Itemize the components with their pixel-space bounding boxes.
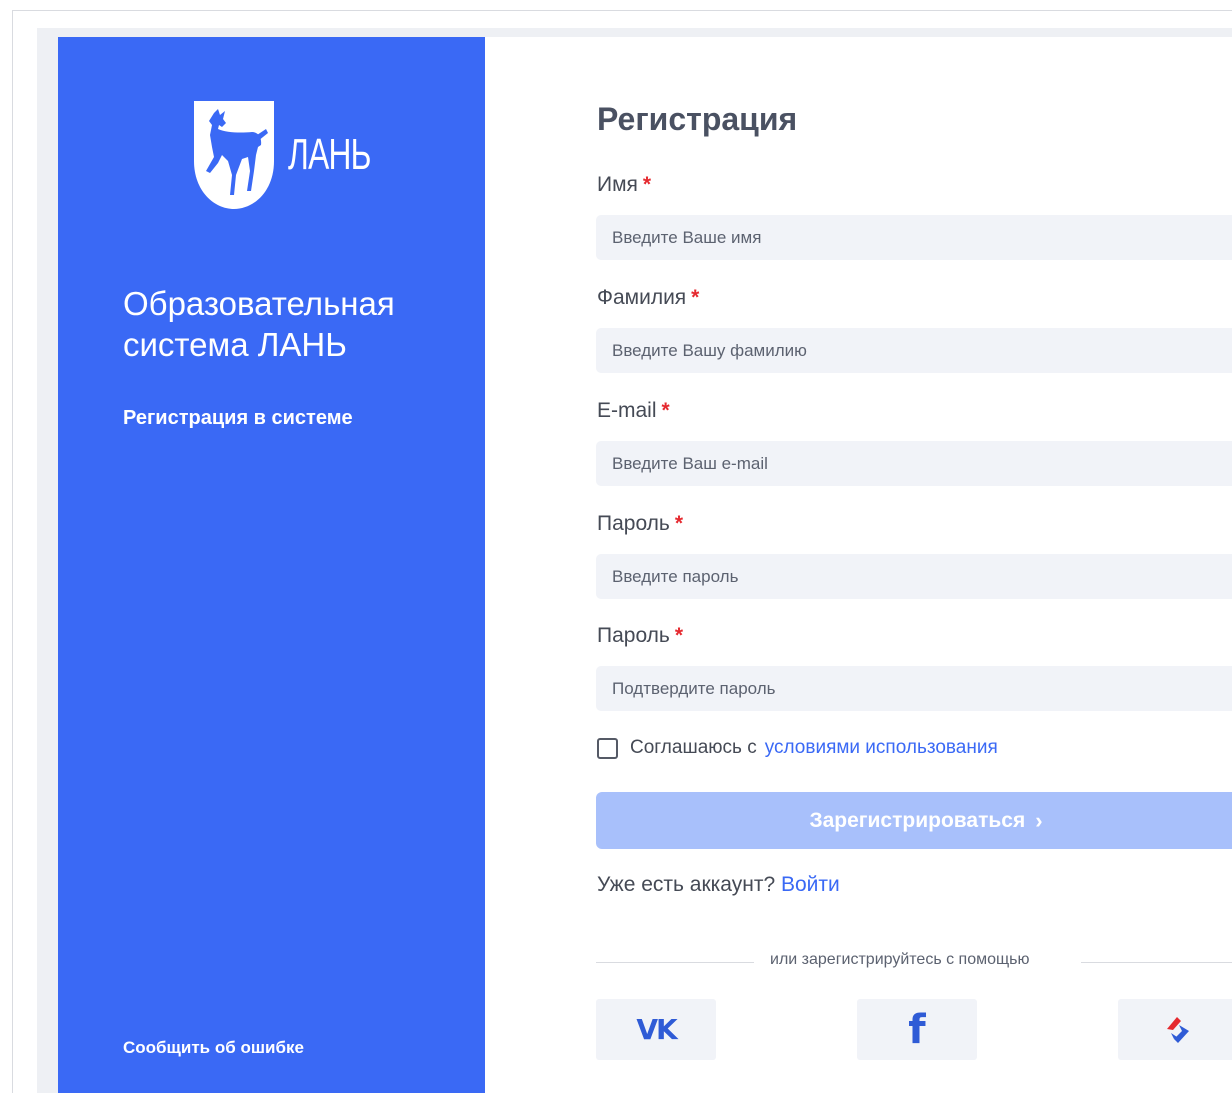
have-account-text: Уже есть аккаунт? xyxy=(597,873,776,896)
divider-left xyxy=(596,962,754,963)
vk-icon: VK xyxy=(636,1013,677,1046)
password-input[interactable] xyxy=(596,554,1232,599)
logo: ЛАНЬ xyxy=(192,99,403,211)
brand-subtitle: Регистрация в системе xyxy=(123,407,353,429)
email-label: E-mail * xyxy=(597,399,670,423)
password-confirm-label-text: Пароль xyxy=(597,624,670,647)
password-confirm-input[interactable] xyxy=(596,666,1232,711)
deer-shield-icon xyxy=(194,101,274,209)
required-mark: * xyxy=(691,286,700,309)
brand-panel: ЛАНЬ Образовательная система ЛАНЬ Регист… xyxy=(58,37,485,1093)
divider-right xyxy=(1081,962,1232,963)
password-label: Пароль * xyxy=(597,512,683,536)
report-error-link[interactable]: Сообщить об ошибке xyxy=(123,1038,304,1058)
login-link[interactable]: Войти xyxy=(781,873,840,896)
last-name-label-text: Фамилия xyxy=(597,286,687,309)
agree-text: Соглашаюсь с xyxy=(630,737,757,758)
email-input[interactable] xyxy=(596,441,1232,486)
social-divider-text: или зарегистрируйтесь с помощью xyxy=(770,951,1030,968)
logo-text: ЛАНЬ xyxy=(288,130,371,179)
last-name-label: Фамилия * xyxy=(597,286,699,310)
login-prompt: Уже есть аккаунт? Войти xyxy=(597,873,840,897)
first-name-input[interactable] xyxy=(596,215,1232,260)
form-title: Регистрация xyxy=(597,101,798,137)
register-button[interactable]: Зарегистрироваться › xyxy=(596,792,1232,849)
brand-title: Образовательная система ЛАНЬ xyxy=(123,285,395,363)
terms-checkbox[interactable] xyxy=(597,737,618,759)
chevron-right-icon: › xyxy=(1035,807,1043,833)
password-label-text: Пароль xyxy=(597,512,670,535)
password-confirm-label: Пароль * xyxy=(597,624,683,648)
registration-panel: Регистрация Имя* Фамилия* E-mail* Пароль… xyxy=(485,37,1232,1093)
required-mark: * xyxy=(674,512,684,535)
register-button-label: Зарегистрироваться xyxy=(809,808,1026,832)
page: ЛАНЬ Образовательная система ЛАНЬ Регист… xyxy=(0,0,1232,1093)
gosuslugi-button[interactable] xyxy=(1118,999,1232,1060)
required-mark: * xyxy=(642,173,652,196)
required-mark: * xyxy=(674,624,684,647)
first-name-label: Имя * xyxy=(597,173,651,197)
required-mark: * xyxy=(661,399,670,422)
gosuslugi-icon xyxy=(1167,1016,1189,1043)
facebook-button[interactable]: f xyxy=(857,999,977,1060)
vk-button[interactable]: VK xyxy=(596,999,716,1060)
first-name-label-text: Имя xyxy=(597,173,638,196)
email-label-text: E-mail xyxy=(597,399,657,422)
last-name-input[interactable] xyxy=(596,328,1232,373)
facebook-icon: f xyxy=(908,1006,926,1053)
terms-link[interactable]: условиями использования xyxy=(765,737,998,759)
terms-agreement: Соглашаюсь с условиями использования xyxy=(597,737,998,759)
